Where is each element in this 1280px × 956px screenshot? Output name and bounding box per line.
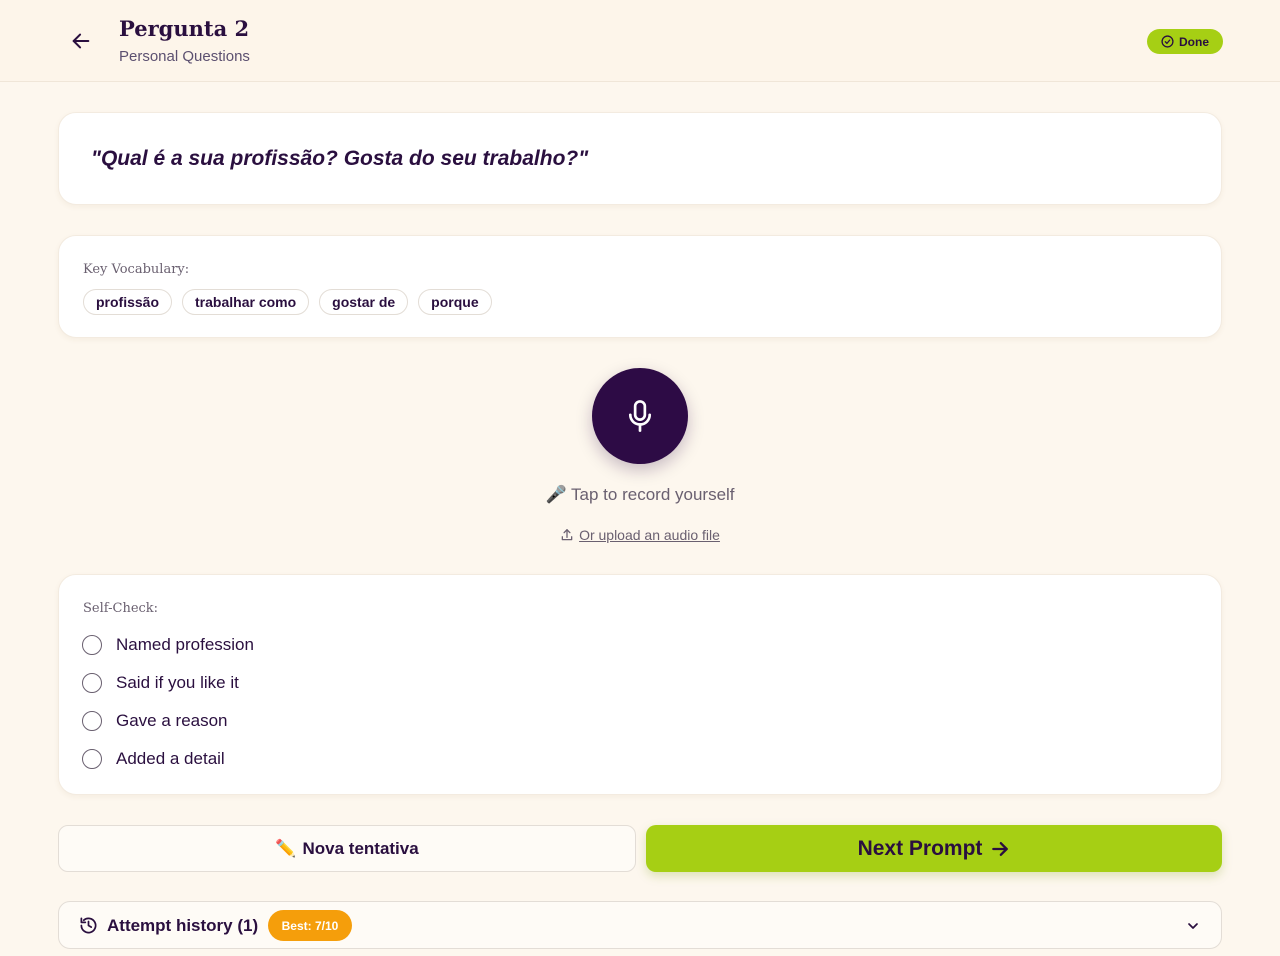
self-check-item[interactable]: Named profession bbox=[82, 635, 254, 655]
history-icon bbox=[80, 917, 97, 934]
check-circle-icon bbox=[1161, 35, 1174, 48]
self-check-item-label: Named profession bbox=[116, 635, 254, 654]
self-check-item-label: Added a detail bbox=[116, 749, 225, 768]
vocab-chip: trabalhar como bbox=[182, 289, 310, 315]
next-prompt-label: Next Prompt bbox=[857, 836, 983, 860]
arrow-right-icon bbox=[992, 841, 1009, 856]
page-subtitle: Personal Questions bbox=[119, 48, 250, 65]
back-button[interactable] bbox=[64, 26, 98, 56]
microphone-icon bbox=[628, 400, 652, 432]
upload-icon bbox=[561, 529, 573, 541]
radio-button[interactable] bbox=[82, 635, 102, 655]
upload-audio-link[interactable]: Or upload an audio file bbox=[0, 527, 1280, 543]
retry-button[interactable]: ✏️ Nova tentativa bbox=[58, 825, 636, 872]
best-score-badge: Best: 7/10 bbox=[268, 910, 352, 941]
self-check-label: Self-Check: bbox=[83, 601, 159, 616]
vocab-chip: gostar de bbox=[319, 289, 409, 315]
status-badge: Done bbox=[1147, 29, 1223, 54]
status-badge-label: Done bbox=[1179, 34, 1209, 49]
record-hint: 🎤 Tap to record yourself bbox=[545, 485, 735, 504]
top-header: Pergunta 2 Personal Questions Done bbox=[0, 0, 1280, 82]
vocabulary-chips: profissão trabalhar como gostar de porqu… bbox=[83, 289, 492, 315]
vocab-chip: profissão bbox=[83, 289, 173, 315]
attempt-history-toggle[interactable]: Attempt history (1) Best: 7/10 bbox=[58, 901, 1222, 949]
vocab-chip: porque bbox=[418, 289, 492, 315]
chevron-down-icon bbox=[1188, 923, 1198, 929]
self-check-card: Self-Check: Named profession Said if you… bbox=[58, 574, 1222, 795]
self-check-item[interactable]: Added a detail bbox=[82, 749, 225, 769]
radio-button[interactable] bbox=[82, 749, 102, 769]
self-check-item[interactable]: Said if you like it bbox=[82, 673, 239, 693]
self-check-item-label: Gave a reason bbox=[116, 711, 228, 730]
record-button[interactable] bbox=[592, 368, 688, 464]
attempt-history-label: Attempt history (1) bbox=[107, 916, 259, 935]
pencil-icon: ✏️ bbox=[275, 838, 297, 858]
radio-button[interactable] bbox=[82, 673, 102, 693]
retry-button-label: Nova tentativa bbox=[302, 838, 419, 858]
upload-audio-label: Or upload an audio file bbox=[579, 527, 720, 543]
radio-button[interactable] bbox=[82, 711, 102, 731]
arrow-left-icon bbox=[72, 33, 90, 49]
next-prompt-button[interactable]: Next Prompt bbox=[646, 825, 1222, 872]
self-check-item-label: Said if you like it bbox=[116, 673, 239, 692]
vocabulary-card: Key Vocabulary: profissão trabalhar como… bbox=[58, 235, 1222, 338]
self-check-item[interactable]: Gave a reason bbox=[82, 711, 228, 731]
page-title: Pergunta 2 bbox=[119, 16, 250, 41]
question-text: "Qual é a sua profissão? Gosta do seu tr… bbox=[91, 147, 589, 170]
question-card: "Qual é a sua profissão? Gosta do seu tr… bbox=[58, 112, 1222, 205]
vocabulary-label: Key Vocabulary: bbox=[83, 262, 190, 277]
